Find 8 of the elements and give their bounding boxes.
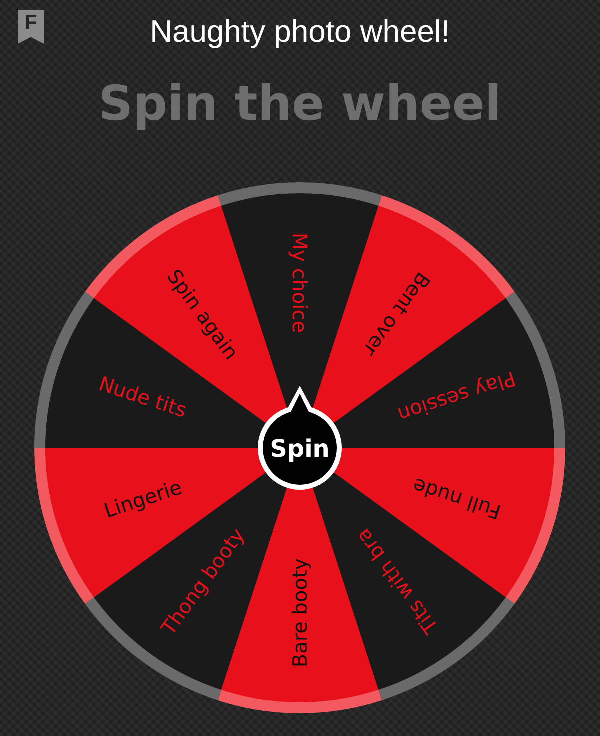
heading: Spin the wheel bbox=[98, 76, 502, 134]
segment-label: Full nude bbox=[410, 474, 504, 524]
segment-label: My choice bbox=[288, 232, 312, 334]
page-title: Naughty photo wheel! bbox=[150, 14, 450, 50]
segment-label: Play session bbox=[395, 366, 519, 428]
segment-label: Nude tits bbox=[96, 372, 190, 422]
app-badge-icon: F bbox=[18, 10, 44, 44]
segment-label: Bare booty bbox=[288, 558, 312, 668]
